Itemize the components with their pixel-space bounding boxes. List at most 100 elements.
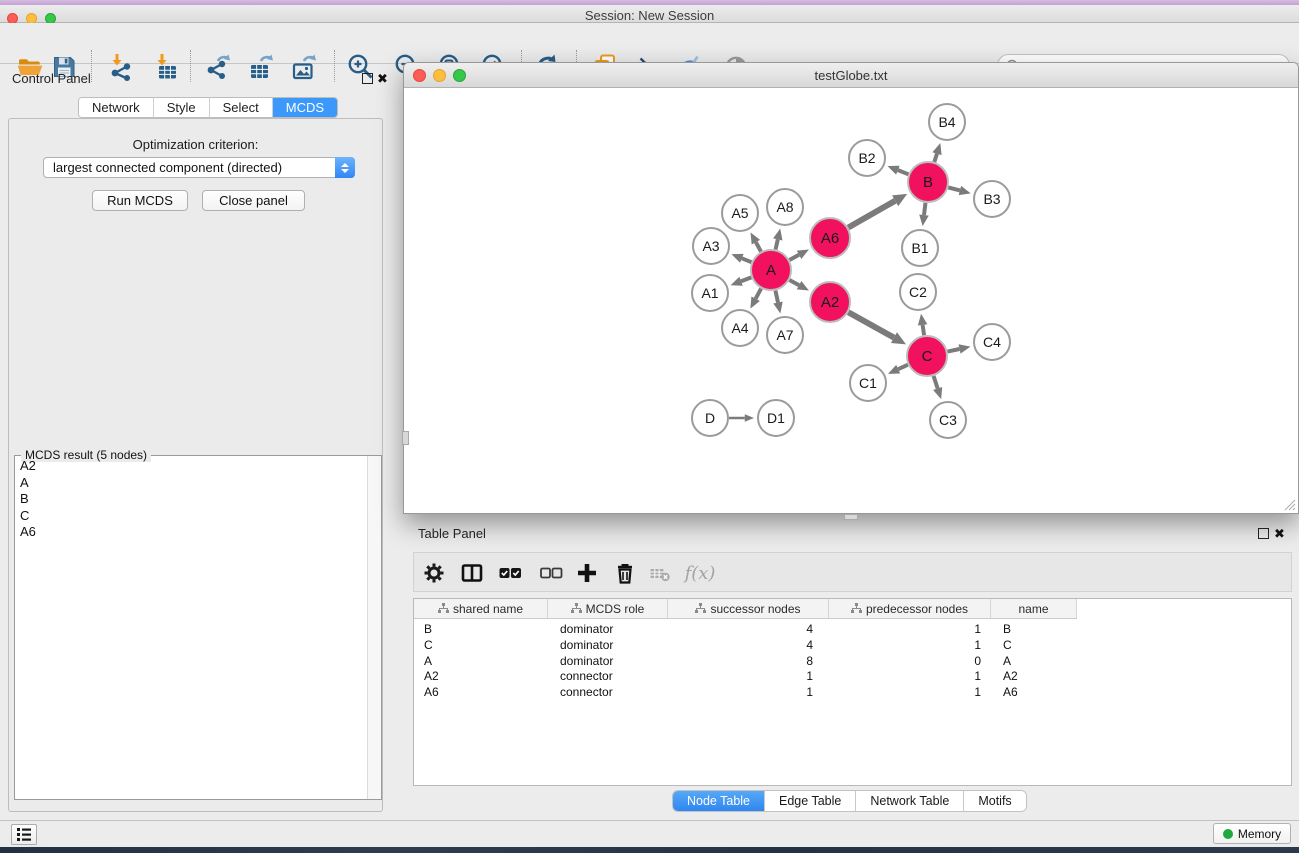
- export-image-icon[interactable]: [288, 51, 320, 83]
- graph-edge[interactable]: [756, 242, 761, 251]
- graph-node-A7[interactable]: A7: [767, 317, 803, 353]
- tab-network[interactable]: Network: [79, 98, 154, 117]
- table-cell[interactable]: 1: [829, 622, 991, 638]
- add-column-icon[interactable]: [572, 560, 602, 586]
- network-window-titlebar[interactable]: testGlobe.txt: [404, 63, 1298, 88]
- tab-style[interactable]: Style: [154, 98, 210, 117]
- graph-edge[interactable]: [924, 203, 925, 215]
- delete-column-icon[interactable]: [610, 560, 640, 586]
- graph-node-D[interactable]: D: [692, 400, 728, 436]
- function-builder-icon[interactable]: f(x): [685, 560, 715, 586]
- criterion-select[interactable]: largest connected component (directed): [43, 157, 355, 178]
- column-header-name[interactable]: name: [991, 599, 1077, 618]
- import-network-icon[interactable]: [105, 51, 137, 83]
- graph-node-C4[interactable]: C4: [974, 324, 1010, 360]
- tab-network-table[interactable]: Network Table: [856, 791, 964, 811]
- table-panel-float-icon[interactable]: [1258, 528, 1269, 539]
- mcds-result-item[interactable]: A2: [15, 458, 367, 475]
- graph-node-B1[interactable]: B1: [902, 230, 938, 266]
- graph-edge[interactable]: [848, 312, 894, 337]
- graph-edge[interactable]: [775, 291, 778, 303]
- resize-grip-icon[interactable]: [1282, 497, 1296, 511]
- table-cell[interactable]: 4: [668, 638, 829, 654]
- mcds-result-item[interactable]: A: [15, 475, 367, 492]
- graph-node-B2[interactable]: B2: [849, 140, 885, 176]
- tab-edge-table[interactable]: Edge Table: [765, 791, 856, 811]
- graph-node-B4[interactable]: B4: [929, 104, 965, 140]
- graph-edge[interactable]: [934, 154, 937, 162]
- graph-node-A8[interactable]: A8: [767, 189, 803, 225]
- mcds-result-item[interactable]: A6: [15, 524, 367, 541]
- column-header-predecessor-nodes[interactable]: predecessor nodes: [829, 599, 991, 618]
- memory-button[interactable]: Memory: [1213, 823, 1291, 844]
- graph-edge[interactable]: [934, 376, 938, 389]
- table-row[interactable]: Adominator80A: [414, 654, 1291, 670]
- table-row[interactable]: Cdominator41C: [414, 638, 1291, 654]
- table-cell[interactable]: A: [991, 654, 1077, 670]
- table-cell[interactable]: A6: [991, 685, 1077, 701]
- table-row[interactable]: A2connector11A2: [414, 669, 1291, 685]
- tab-node-table[interactable]: Node Table: [673, 791, 765, 811]
- tab-mcds[interactable]: MCDS: [273, 98, 337, 117]
- table-row[interactable]: A6connector11A6: [414, 685, 1291, 701]
- table-cell[interactable]: 1: [829, 638, 991, 654]
- mcds-result-item[interactable]: B: [15, 491, 367, 508]
- close-panel-button[interactable]: Close panel: [202, 190, 305, 211]
- column-header-shared-name[interactable]: shared name: [414, 599, 548, 618]
- graph-node-A5[interactable]: A5: [722, 195, 758, 231]
- table-cell[interactable]: connector: [548, 685, 668, 701]
- graph-edge[interactable]: [948, 187, 960, 190]
- main-titlebar[interactable]: Session: New Session: [0, 5, 1299, 23]
- graph-node-C[interactable]: C: [907, 336, 947, 376]
- table-options-gear-icon[interactable]: [419, 560, 449, 586]
- graph-edge[interactable]: [741, 277, 751, 281]
- graph-edge[interactable]: [898, 170, 909, 174]
- table-cell[interactable]: dominator: [548, 654, 668, 670]
- table-cell[interactable]: A2: [991, 669, 1077, 685]
- table-cell[interactable]: C: [414, 638, 548, 654]
- control-panel-close-icon[interactable]: ✖: [377, 73, 388, 84]
- column-header-mcds-role[interactable]: MCDS role: [548, 599, 668, 618]
- table-cell[interactable]: A2: [414, 669, 548, 685]
- split-columns-icon[interactable]: [457, 560, 487, 586]
- mcds-result-item[interactable]: C: [15, 508, 367, 525]
- table-row[interactable]: Bdominator41B: [414, 622, 1291, 638]
- table-cell[interactable]: 4: [668, 622, 829, 638]
- graph-edge[interactable]: [898, 365, 908, 369]
- graph-node-A4[interactable]: A4: [722, 310, 758, 346]
- graph-edge[interactable]: [789, 255, 799, 260]
- table-cell[interactable]: 1: [829, 669, 991, 685]
- graph-node-D1[interactable]: D1: [758, 400, 794, 436]
- splitter-handle-bottom[interactable]: [844, 514, 858, 520]
- table-cell[interactable]: 1: [668, 685, 829, 701]
- table-cell[interactable]: B: [991, 622, 1077, 638]
- table-cell[interactable]: C: [991, 638, 1077, 654]
- graph-node-A3[interactable]: A3: [693, 228, 729, 264]
- table-cell[interactable]: dominator: [548, 638, 668, 654]
- table-panel-close-icon[interactable]: ✖: [1274, 528, 1285, 539]
- task-history-button[interactable]: [11, 824, 37, 845]
- table-cell[interactable]: A: [414, 654, 548, 670]
- graph-node-C3[interactable]: C3: [930, 402, 966, 438]
- graph-edge[interactable]: [948, 349, 960, 352]
- table-cell[interactable]: 8: [668, 654, 829, 670]
- deselect-all-rows-icon[interactable]: [536, 560, 566, 586]
- delete-table-icon[interactable]: [645, 560, 675, 586]
- graph-node-C2[interactable]: C2: [900, 274, 936, 310]
- splitter-handle-left[interactable]: [402, 431, 409, 445]
- export-table-icon[interactable]: [245, 51, 277, 83]
- control-panel-float-icon[interactable]: [362, 73, 373, 84]
- graph-node-B3[interactable]: B3: [974, 181, 1010, 217]
- column-header-successor-nodes[interactable]: successor nodes: [668, 599, 829, 618]
- table-cell[interactable]: 1: [668, 669, 829, 685]
- graph-edge[interactable]: [776, 239, 778, 249]
- table-cell[interactable]: 1: [829, 685, 991, 701]
- graph-node-A2[interactable]: A2: [810, 282, 850, 322]
- tab-motifs[interactable]: Motifs: [964, 791, 1025, 811]
- run-mcds-button[interactable]: Run MCDS: [92, 190, 188, 211]
- tab-select[interactable]: Select: [210, 98, 273, 117]
- graph-node-A6[interactable]: A6: [810, 218, 850, 258]
- graph-node-A[interactable]: A: [751, 250, 791, 290]
- network-canvas[interactable]: B4B2BB3A8A5A6B1A3AA1C2A2A4A7C4CC1C3DD1: [404, 88, 1298, 513]
- table-cell[interactable]: connector: [548, 669, 668, 685]
